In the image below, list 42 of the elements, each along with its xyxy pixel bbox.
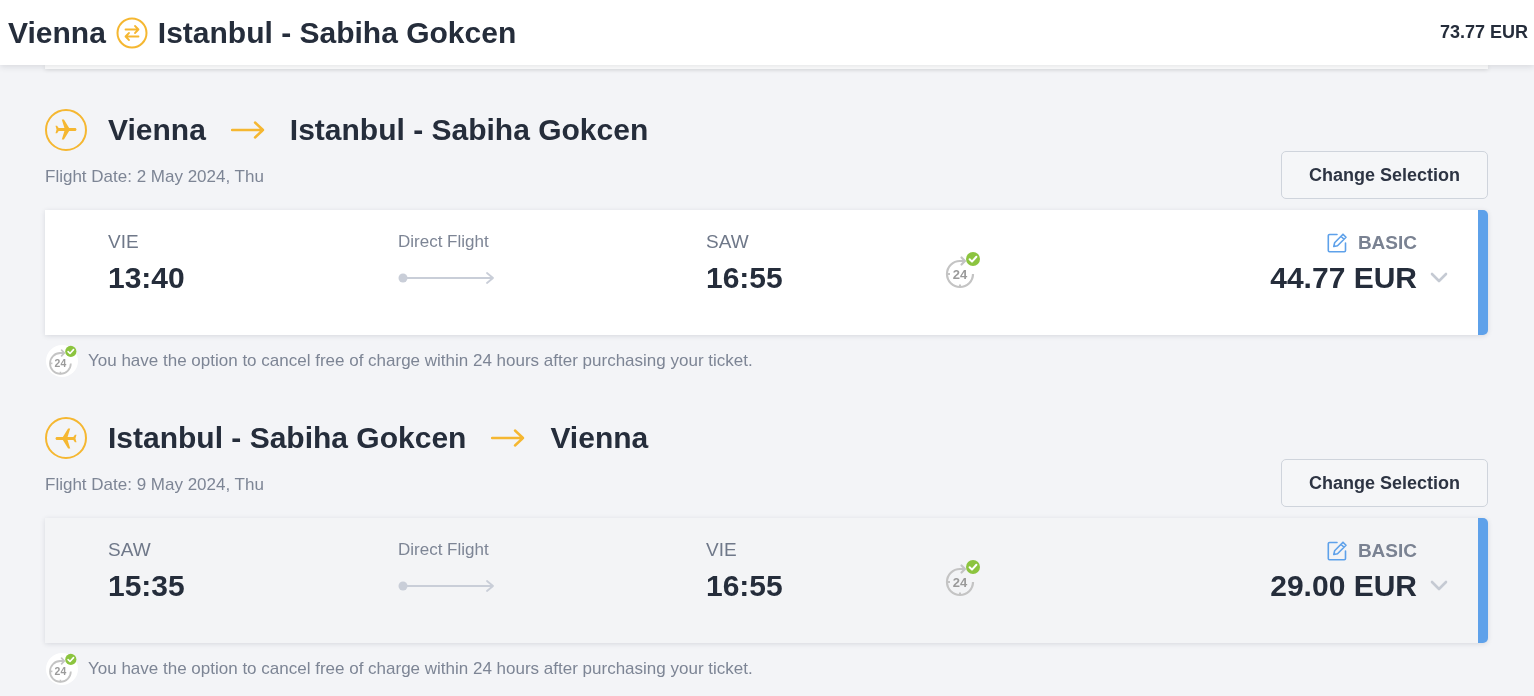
circular-arrow-24-icon: 24: [46, 653, 78, 685]
edit-icon: [1325, 232, 1348, 254]
departure-airport-code: SAW: [108, 539, 152, 561]
change-selection-button[interactable]: Change Selection: [1280, 151, 1488, 199]
arrival-time: 16:55: [706, 260, 784, 296]
flight-price: 29.00 EUR: [1270, 568, 1417, 604]
route-origin: Vienna: [8, 15, 106, 50]
flight-price: 44.77 EUR: [1270, 260, 1417, 296]
departure-time: 15:35: [108, 568, 186, 604]
leg-origin: Vienna: [108, 113, 206, 147]
leg-destination: Vienna: [550, 421, 649, 455]
airplane-icon: [45, 417, 87, 459]
stops-label: Direct Flight: [398, 539, 490, 561]
departure-airport-code: VIE: [108, 231, 140, 253]
arrival-time: 16:55: [706, 568, 784, 604]
right-arrow-icon: [491, 428, 526, 448]
circular-arrow-24-icon: 24: [46, 345, 78, 377]
flight-date: Flight Date: 2 May 2024, Thu: [45, 167, 264, 187]
leg-origin: Istanbul - Sabiha Gokcen: [108, 421, 467, 455]
departure-time: 13:40: [108, 260, 186, 296]
free-cancellation-notice: You have the option to cancel free of charge within 24 hours after purchasing your ticket.: [88, 351, 753, 371]
flight-card[interactable]: SAW 15:35 Direct Flight VIE 16:55 24 BASIC 29.00 EUR: [45, 518, 1488, 643]
flight-date: Flight Date: 9 May 2024, Thu: [45, 475, 264, 495]
flight-card[interactable]: VIE 13:40 Direct Flight SAW 16:55 24 BASIC 44.77 EUR: [45, 210, 1488, 335]
right-arrow-icon: [230, 120, 265, 140]
leg-destination: Istanbul - Sabiha Gokcen: [289, 113, 649, 147]
arrival-airport-code: VIE: [706, 539, 738, 561]
route-arrow-icon: [398, 272, 496, 284]
route-arrow-icon: [398, 580, 496, 592]
swap-arrows-icon: [115, 16, 148, 49]
chevron-down-icon[interactable]: [1430, 272, 1448, 284]
fare-class: BASIC: [1357, 232, 1417, 254]
stops-label: Direct Flight: [398, 231, 490, 253]
free-cancellation-notice: You have the option to cancel free of charge within 24 hours after purchasing your ticket.: [88, 659, 753, 679]
change-selection-button[interactable]: Change Selection: [1280, 459, 1488, 507]
chevron-down-icon[interactable]: [1430, 580, 1448, 592]
arrival-airport-code: SAW: [706, 231, 750, 253]
airplane-icon: [45, 109, 87, 151]
fare-class: BASIC: [1357, 540, 1417, 562]
edit-icon: [1325, 540, 1348, 562]
total-price: 73.77 EUR: [1439, 22, 1528, 43]
route-destination: Istanbul - Sabiha Gokcen: [157, 15, 517, 50]
